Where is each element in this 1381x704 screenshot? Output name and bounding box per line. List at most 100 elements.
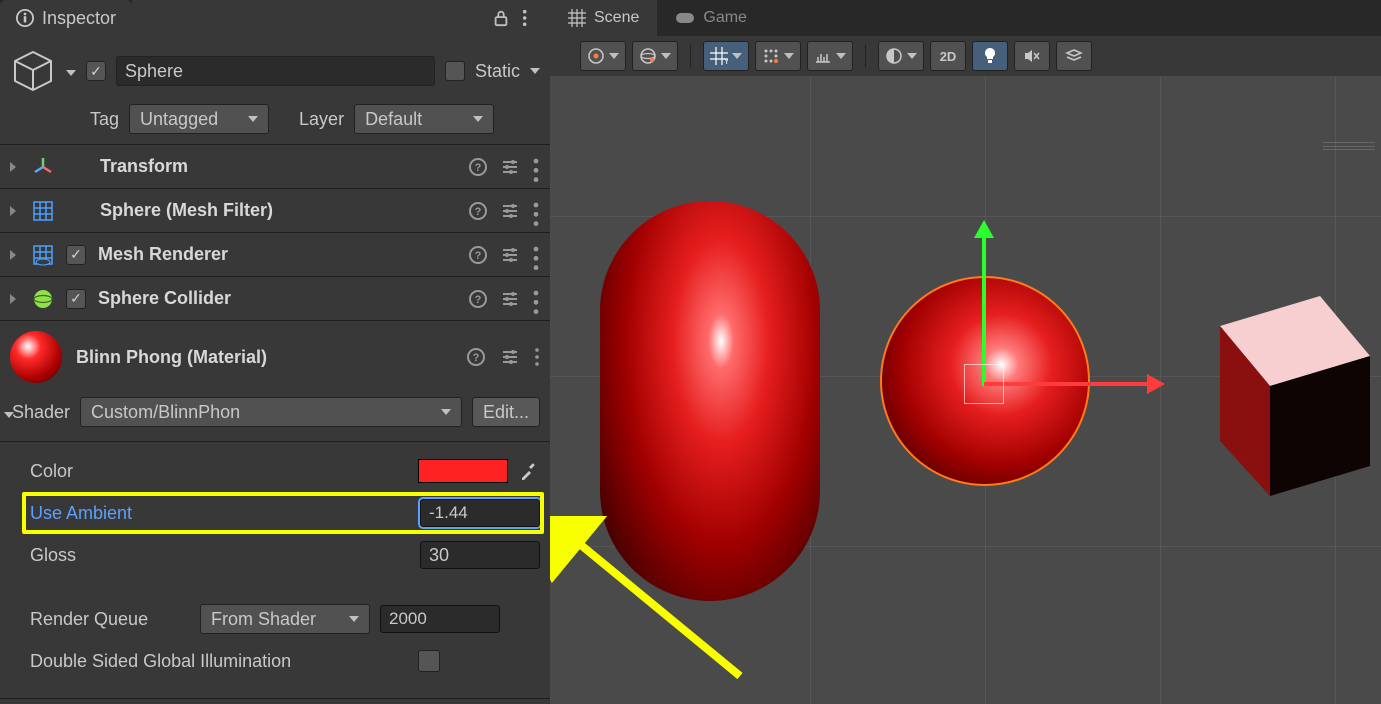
fold-icon[interactable] xyxy=(10,250,20,260)
material-preview-icon xyxy=(10,331,62,383)
gamepad-icon xyxy=(675,11,695,25)
property-color: Color xyxy=(30,454,540,488)
use-ambient-label[interactable]: Use Ambient xyxy=(30,503,410,524)
fold-icon[interactable] xyxy=(10,162,20,172)
preset-icon[interactable] xyxy=(500,157,520,177)
viewport-drag-handle[interactable] xyxy=(1323,142,1375,150)
sphere-collider-icon xyxy=(32,288,54,310)
scene-object-cube[interactable] xyxy=(1150,276,1380,506)
component-enable-checkbox[interactable]: ✓ xyxy=(66,245,86,265)
svg-text:?: ? xyxy=(475,206,482,218)
eyedropper-icon[interactable] xyxy=(518,460,540,482)
snap-toggle[interactable] xyxy=(755,41,801,71)
material-properties: Color Use Ambient Gloss 30 Render Queue xyxy=(0,441,550,698)
chevron-down-icon xyxy=(473,116,483,122)
shader-value: Custom/BlinnPhon xyxy=(91,402,240,423)
render-queue-mode: From Shader xyxy=(211,609,316,630)
component-enable-checkbox[interactable]: ✓ xyxy=(66,289,86,309)
property-render-queue: Render Queue From Shader xyxy=(30,602,540,636)
mesh-renderer-icon xyxy=(32,244,54,266)
property-gloss: Gloss 30 xyxy=(30,538,540,572)
svg-text:?: ? xyxy=(475,162,482,174)
tag-label: Tag xyxy=(90,109,119,130)
increment-snap-toggle[interactable] xyxy=(807,41,853,71)
svg-text:Y: Y xyxy=(724,57,728,65)
color-swatch[interactable] xyxy=(418,459,508,483)
shader-dropdown[interactable]: Custom/BlinnPhon xyxy=(80,397,462,427)
gloss-field[interactable]: 30 xyxy=(420,541,540,569)
lightbulb-icon xyxy=(982,47,998,65)
draw-mode-dropdown[interactable] xyxy=(580,41,626,71)
tab-scene[interactable]: Scene xyxy=(550,0,657,36)
grid-toggle[interactable]: Y xyxy=(703,41,749,71)
gameobject-active-checkbox[interactable]: ✓ xyxy=(86,61,106,81)
component-transform[interactable]: Transform ? xyxy=(0,145,550,189)
component-mesh-renderer[interactable]: ✓ Mesh Renderer ? xyxy=(0,233,550,277)
gizmo-center-handle[interactable] xyxy=(964,364,1004,404)
fx-toggle[interactable] xyxy=(1056,41,1092,71)
preset-icon[interactable] xyxy=(500,245,520,265)
render-queue-mode-dropdown[interactable]: From Shader xyxy=(200,604,370,634)
static-dropdown[interactable] xyxy=(530,68,540,74)
transform-axes-icon xyxy=(32,156,54,178)
scene-panel: Scene Game Y 2D xyxy=(550,0,1381,704)
help-icon[interactable]: ? xyxy=(468,157,488,177)
inspector-tab-strip: Inspector xyxy=(0,0,550,36)
inspector-tab[interactable]: Inspector xyxy=(0,0,132,36)
lighting-toggle[interactable] xyxy=(972,41,1008,71)
dsgi-checkbox[interactable] xyxy=(418,650,440,672)
preset-icon[interactable] xyxy=(500,201,520,221)
chevron-down-icon xyxy=(248,116,258,122)
kebab-menu-icon[interactable] xyxy=(534,347,540,367)
component-title: Transform xyxy=(100,156,456,177)
shading-mode-dropdown[interactable] xyxy=(878,41,924,71)
component-sphere-collider[interactable]: ✓ Sphere Collider ? xyxy=(0,277,550,321)
kebab-menu-icon[interactable] xyxy=(522,9,540,27)
fx-stack-icon xyxy=(1065,47,1083,65)
lock-icon[interactable] xyxy=(492,9,510,27)
scene-viewport[interactable] xyxy=(550,76,1381,704)
layer-dropdown[interactable]: Default xyxy=(354,104,494,134)
component-title: Mesh Renderer xyxy=(98,244,456,265)
static-label: Static xyxy=(475,61,520,82)
inspector-tab-label: Inspector xyxy=(42,8,116,29)
scene-object-capsule[interactable] xyxy=(600,201,820,601)
gloss-label[interactable]: Gloss xyxy=(30,545,410,566)
svg-text:?: ? xyxy=(473,352,480,364)
2d3d-mode-dropdown[interactable] xyxy=(632,41,678,71)
audio-toggle[interactable] xyxy=(1014,41,1050,71)
fold-icon[interactable] xyxy=(10,294,20,304)
help-icon[interactable]: ? xyxy=(468,245,488,265)
gameobject-name-input[interactable] xyxy=(116,56,435,86)
inspector-panel: Inspector ✓ Static Tag xyxy=(0,0,550,704)
fold-icon[interactable] xyxy=(10,206,20,216)
component-title: Sphere (Mesh Filter) xyxy=(100,200,456,221)
help-icon[interactable]: ? xyxy=(468,289,488,309)
help-icon[interactable]: ? xyxy=(468,201,488,221)
material-fold-icon[interactable] xyxy=(0,402,12,441)
tab-scene-label: Scene xyxy=(594,9,639,27)
tab-game-label: Game xyxy=(703,9,747,27)
static-checkbox[interactable] xyxy=(445,61,465,81)
preset-icon[interactable] xyxy=(500,347,520,367)
tag-dropdown[interactable]: Untagged xyxy=(129,104,269,134)
help-icon[interactable]: ? xyxy=(466,347,486,367)
render-queue-input[interactable] xyxy=(380,605,500,633)
shader-edit-button[interactable]: Edit... xyxy=(472,397,540,427)
kebab-menu-icon[interactable] xyxy=(532,289,540,309)
2d-toggle[interactable]: 2D xyxy=(930,41,966,71)
kebab-menu-icon[interactable] xyxy=(532,157,540,177)
chevron-down-icon xyxy=(349,616,359,622)
material-header[interactable]: Blinn Phong (Material) ? xyxy=(0,321,550,393)
component-mesh-filter[interactable]: Sphere (Mesh Filter) ? xyxy=(0,189,550,233)
kebab-menu-icon[interactable] xyxy=(532,245,540,265)
tab-game[interactable]: Game xyxy=(657,0,765,36)
kebab-menu-icon[interactable] xyxy=(532,201,540,221)
use-ambient-input[interactable] xyxy=(420,499,540,527)
color-label: Color xyxy=(30,461,408,482)
gameobject-header: ✓ Static xyxy=(0,36,550,100)
gameobject-icon-dropdown[interactable] xyxy=(66,70,76,76)
gizmo-x-axis[interactable] xyxy=(984,382,1149,386)
speaker-mute-icon xyxy=(1023,47,1041,65)
preset-icon[interactable] xyxy=(500,289,520,309)
